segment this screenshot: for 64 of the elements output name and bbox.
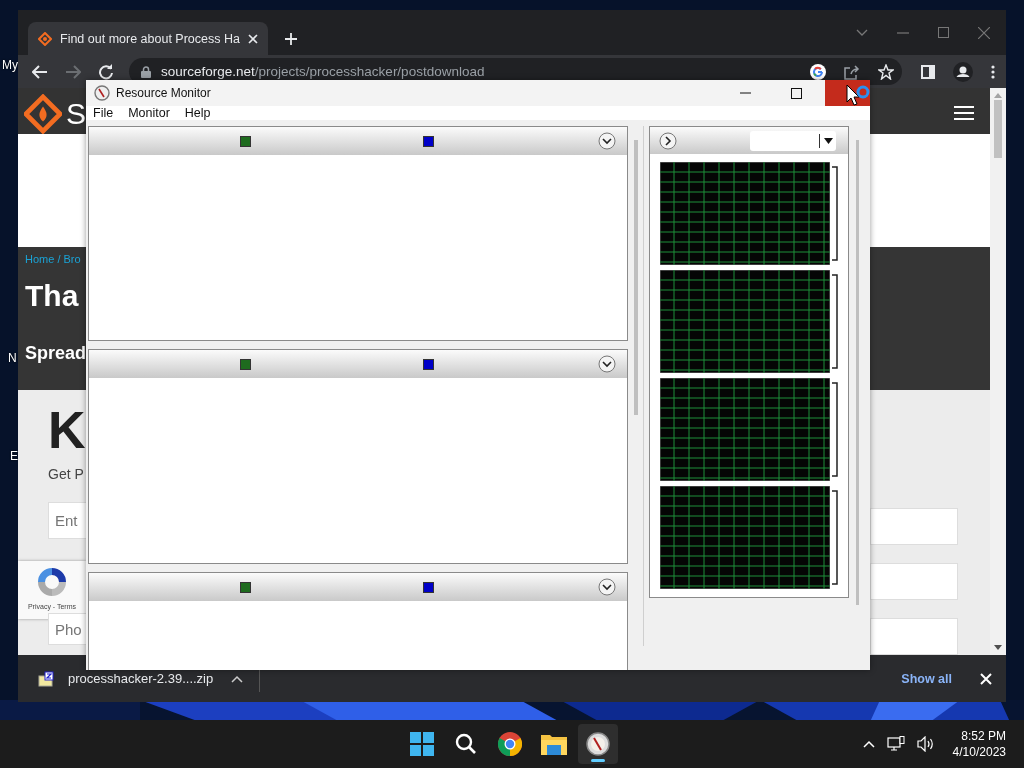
taskbar-button[interactable] (578, 724, 618, 764)
section-heading: K (48, 400, 86, 460)
maximize-icon[interactable] (938, 27, 949, 38)
show-all-button[interactable]: Show all (899, 667, 954, 690)
input-field[interactable] (870, 508, 958, 545)
input-field[interactable] (870, 563, 958, 600)
star-icon[interactable] (878, 63, 894, 80)
volume-icon[interactable] (916, 736, 935, 752)
zip-file-icon (38, 670, 54, 687)
lock-icon (141, 65, 151, 78)
browser-icon (498, 732, 522, 756)
caret-down-icon[interactable] (856, 28, 868, 37)
scrollbar[interactable] (990, 88, 1006, 655)
page-subheading: Spread (25, 343, 86, 365)
scroll-thumb[interactable] (994, 100, 1002, 158)
gauge-icon (94, 85, 110, 101)
menu-item[interactable]: File (90, 106, 117, 120)
recaptcha-icon (35, 565, 69, 599)
more-icon[interactable] (991, 64, 995, 79)
caret-up-icon[interactable] (231, 674, 244, 683)
desktop-icon-label[interactable]: E (10, 449, 18, 463)
search-icon (455, 733, 477, 755)
minimize-icon (740, 92, 751, 94)
scroll-down-icon[interactable] (994, 645, 1002, 651)
logo-text: S (66, 97, 86, 131)
desktop-icon-label[interactable]: N (8, 351, 17, 365)
folder-icon (541, 733, 567, 755)
phone-field[interactable]: Pho (48, 613, 86, 645)
share-icon[interactable] (844, 63, 860, 80)
flame-logo-icon (24, 94, 62, 134)
menu-item[interactable]: Monitor (125, 106, 173, 120)
window-title: Resource Monitor (116, 86, 211, 100)
network-icon[interactable] (886, 736, 905, 752)
clock-date[interactable]: 4/10/2023 (952, 744, 1006, 760)
maximize-icon (791, 87, 802, 99)
new-tab-icon[interactable] (283, 32, 298, 46)
profile-icon[interactable] (953, 61, 973, 82)
breadcrumb-link[interactable]: Home / Bro (25, 253, 86, 266)
chevron-up-icon[interactable] (862, 740, 875, 748)
clock-time[interactable]: 8:52 PM (961, 728, 1006, 744)
section-text: Get P (48, 466, 85, 482)
side-panel-icon[interactable] (921, 64, 935, 79)
input-field[interactable] (870, 618, 958, 655)
scrollbar[interactable] (634, 140, 638, 415)
menu-icon[interactable] (954, 105, 974, 121)
chevron-down-icon[interactable] (598, 578, 616, 596)
browser-tab[interactable]: Find out more about Process Ha (28, 22, 268, 55)
google-icon[interactable] (810, 63, 826, 80)
url-text: sourceforge.net/projects/processhacker/postdownload (161, 64, 486, 79)
gauge-icon (586, 732, 610, 756)
scrollbar[interactable] (856, 140, 859, 605)
desktop-icon-label[interactable]: My (2, 58, 18, 72)
page-heading: Tha (25, 279, 80, 314)
download-file-name[interactable]: processhacker-2.39....zip (68, 671, 214, 686)
reload-icon[interactable] (98, 63, 114, 80)
windows-start-icon (410, 732, 434, 756)
chevron-down-icon[interactable] (598, 132, 616, 150)
caret-down-icon (824, 137, 833, 144)
menu-item[interactable]: Help (181, 106, 214, 120)
chevron-down-icon[interactable] (598, 355, 616, 373)
back-icon[interactable] (32, 64, 48, 79)
email-field[interactable]: Ent (48, 502, 86, 539)
diamond-icon (38, 31, 52, 46)
view-dropdown[interactable] (750, 130, 836, 151)
